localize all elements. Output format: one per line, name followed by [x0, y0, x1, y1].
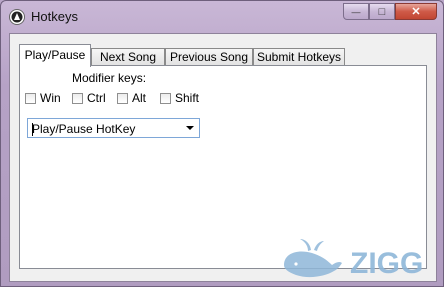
checkbox-label: Shift [175, 91, 200, 105]
tab-label: Next Song [99, 50, 157, 64]
minimize-icon: — [351, 6, 361, 17]
checkbox-box[interactable] [117, 92, 128, 104]
checkbox-ctrl[interactable]: Ctrl [72, 91, 106, 105]
checkbox-label: Win [40, 91, 61, 105]
minimize-button[interactable]: — [343, 3, 369, 20]
maximize-button[interactable]: □ [369, 3, 395, 20]
dropdown-arrow-icon[interactable] [186, 126, 194, 130]
zigg-watermark-logo: ZIGG [284, 239, 423, 280]
checkbox-shift[interactable]: Shift [160, 91, 199, 105]
close-icon: ✕ [411, 6, 421, 18]
checkbox-box[interactable] [72, 92, 83, 104]
tab-submit-hotkeys[interactable]: Submit Hotkeys [253, 48, 345, 66]
checkbox-label: Ctrl [87, 91, 106, 105]
close-button[interactable]: ✕ [395, 3, 437, 20]
window-title: Hotkeys [31, 9, 78, 24]
title-bar[interactable]: Hotkeys — □ ✕ [1, 1, 443, 33]
checkbox-box[interactable] [25, 92, 36, 104]
tab-next-song[interactable]: Next Song [91, 48, 165, 66]
modifier-keys-label: Modifier keys: [72, 71, 147, 85]
checkbox-alt[interactable]: Alt [117, 91, 146, 105]
maximize-icon: □ [378, 5, 386, 18]
hotkey-combobox-value: Play/Pause HotKey [32, 122, 136, 136]
checkbox-win[interactable]: Win [25, 91, 61, 105]
svg-text:ZIGG: ZIGG [350, 247, 423, 280]
checkbox-label: Alt [132, 91, 147, 105]
tab-label: Play/Pause [24, 48, 86, 62]
tab-previous-song[interactable]: Previous Song [165, 48, 253, 66]
hotkey-combobox[interactable]: Play/Pause HotKey [27, 118, 200, 138]
app-logo-icon [9, 9, 25, 25]
tab-label: Submit Hotkeys [256, 50, 342, 64]
tab-play-pause[interactable]: Play/Pause [19, 44, 91, 67]
tab-label: Previous Song [169, 50, 249, 64]
checkbox-box[interactable] [160, 92, 171, 104]
